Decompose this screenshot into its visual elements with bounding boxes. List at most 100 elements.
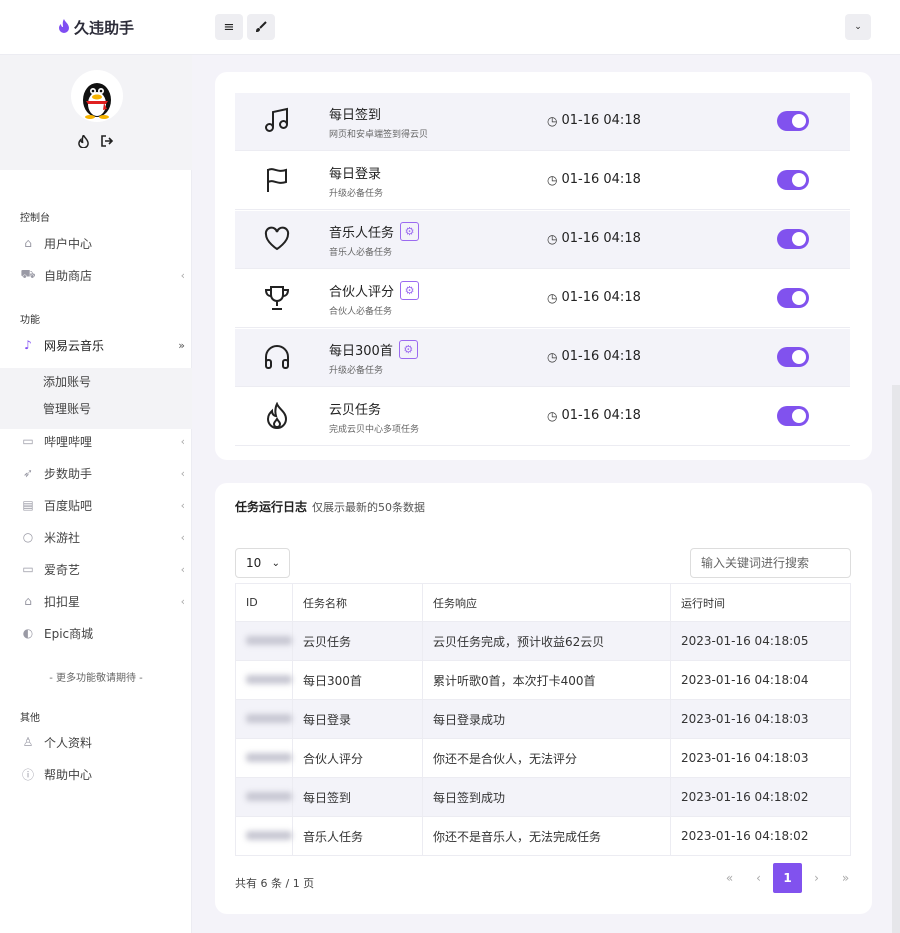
task-desc: 网页和安卓端签到得云贝 [329,130,429,140]
gear-icon[interactable]: ⚙ [400,281,420,300]
chevron-down-icon: ⌄ [854,22,862,32]
page-size-select[interactable]: 10 ⌄ [235,548,290,578]
bulb-icon: ○ [22,530,34,544]
response-cell: 你还不是合伙人，无法评分 [422,738,671,778]
theme-button[interactable] [247,14,275,40]
task-toggle[interactable] [777,229,809,249]
tv-icon: ▭ [22,562,34,576]
user-icon: ♙ [22,735,34,749]
chevron-double-down-icon: » [178,338,185,352]
blurred-id [246,714,292,723]
chevron-left-icon: ‹ [180,594,185,608]
pagination: « ‹ 1 › » [715,863,860,893]
id-cell [235,738,293,778]
clock-icon: ◷ [547,113,558,128]
task-name: 每日登录 [329,167,382,182]
submenu-item-add-account[interactable]: 添加账号 [43,373,91,390]
column-header[interactable]: 运行时间 [670,583,851,622]
home-icon: ⌂ [24,236,32,250]
first-page-button[interactable]: « [715,863,744,893]
gear-icon[interactable]: ⚙ [398,340,418,359]
sidebar-item-label: 哔哩哔哩 [44,434,93,449]
sidebar-item-user-center[interactable]: ⌂ 用户中心 [20,233,185,253]
task-row: 每日300首 ⚙ 升级必备任务 ◷ 01-16 04:18 [235,329,850,387]
page-size-value: 10 [246,556,262,570]
music-note-icon: ♪ [24,338,32,352]
fire-icon[interactable] [78,133,89,152]
sidebar-item-label: 米游社 [44,530,81,545]
task-time: ◷ 01-16 04:18 [547,290,641,305]
task-name: 云贝任务 [329,403,382,418]
sidebar-item-profile[interactable]: ♙ 个人资料 [20,732,185,752]
time-cell: 2023-01-16 04:18:02 [670,816,851,856]
logout-icon[interactable] [101,135,114,152]
task-toggle[interactable] [777,347,809,367]
flag-icon [261,164,293,196]
current-page-button[interactable]: 1 [773,863,802,893]
task-toggle[interactable] [777,170,809,190]
profile-panel [0,55,192,170]
table-row[interactable]: 每日300首 累计听歌0首，本次打卡400首 2023-01-16 04:18:… [235,660,851,700]
headphones-icon [261,341,293,373]
gear-icon[interactable]: ⚙ [400,222,420,241]
submenu: 添加账号 管理账号 [0,368,192,429]
sidebar-item-miyoushe[interactable]: ○ 米游社 ‹ [20,527,185,547]
sidebar-item-tieba[interactable]: ▤ 百度贴吧 ‹ [20,495,185,515]
task-toggle[interactable] [777,288,809,308]
task-toggle[interactable] [777,406,809,426]
task-row: 音乐人任务 ⚙ 音乐人必备任务 ◷ 01-16 04:18 [235,211,850,269]
chevron-left-icon: ‹ [180,466,185,480]
chevron-left-icon: ‹ [180,434,185,448]
sidebar-item-bilibili[interactable]: ▭ 哔哩哔哩 ‹ [20,431,185,451]
avatar[interactable] [71,70,123,122]
scrollbar-thumb[interactable] [892,385,900,933]
last-page-button[interactable]: » [831,863,860,893]
sidebar-item-netease-music[interactable]: ♪ 网易云音乐 » [20,335,185,355]
prev-page-button[interactable]: ‹ [744,863,773,893]
sidebar-item-koukouxing[interactable]: ⌂ 扣扣星 ‹ [20,591,185,611]
table-row[interactable]: 音乐人任务 你还不是音乐人，无法完成任务 2023-01-16 04:18:02 [235,816,851,856]
time-cell: 2023-01-16 04:18:03 [670,699,851,739]
sidebar-item-iqiyi[interactable]: ▭ 爱奇艺 ‹ [20,559,185,579]
book-icon: ▤ [22,498,34,512]
user-dropdown-button[interactable]: ⌄ [845,14,871,40]
task-name-cell: 合伙人评分 [292,738,423,778]
submenu-item-manage-account[interactable]: 管理账号 [43,400,91,417]
table-row[interactable]: 云贝任务 云贝任务完成，预计收益62云贝 2023-01-16 04:18:05 [235,621,851,661]
task-name-cell: 每日签到 [292,777,423,817]
task-toggle[interactable] [777,111,809,131]
brand[interactable]: 久违助手 [58,17,134,38]
task-name: 合伙人评分 ⚙ [329,281,420,300]
sidebar-item-label: 扣扣星 [44,594,81,609]
table-row[interactable]: 合伙人评分 你还不是合伙人，无法评分 2023-01-16 04:18:03 [235,738,851,778]
column-header[interactable]: ID [235,583,293,622]
sidebar-item-help[interactable]: ⓘ 帮助中心 [20,764,185,784]
table-row[interactable]: 每日登录 每日登录成功 2023-01-16 04:18:03 [235,699,851,739]
task-row: 每日签到 网页和安卓端签到得云贝 ◷ 01-16 04:18 [235,93,850,151]
sidebar: 控制台 ⌂ 用户中心 ⛟ 自助商店 ‹ 功能 ♪ 网易云音乐 » 添加账号 管理… [0,55,192,933]
clock-icon: ◷ [547,349,558,364]
column-header[interactable]: 任务响应 [422,583,671,622]
blurred-id [246,831,292,840]
task-time: ◷ 01-16 04:18 [547,349,641,364]
section-console: 控制台 [20,213,50,224]
table-row[interactable]: 每日签到 每日签到成功 2023-01-16 04:18:02 [235,777,851,817]
sidebar-item-epic[interactable]: ◐ Epic商城 [20,623,185,643]
top-bar: 久违助手 ≡ ⌄ [0,0,900,55]
task-desc: 升级必备任务 [329,366,384,376]
log-search-input[interactable] [690,548,851,578]
sidebar-item-label: 百度贴吧 [44,498,93,513]
response-cell: 每日登录成功 [422,699,671,739]
response-cell: 累计听歌0首，本次打卡400首 [422,660,671,700]
task-name-cell: 每日登录 [292,699,423,739]
column-header[interactable]: 任务名称 [292,583,423,622]
sidebar-item-steps[interactable]: ➶ 步数助手 ‹ [20,463,185,483]
cart-icon: ⛟ [20,267,36,281]
time-cell: 2023-01-16 04:18:03 [670,738,851,778]
response-cell: 你还不是音乐人，无法完成任务 [422,816,671,856]
menu-toggle-button[interactable]: ≡ [215,14,243,40]
chevron-left-icon: ‹ [180,498,185,512]
next-page-button[interactable]: › [802,863,831,893]
sidebar-item-shop[interactable]: ⛟ 自助商店 ‹ [20,265,185,285]
log-subtitle: 仅展示最新的50条数据 [312,501,426,514]
